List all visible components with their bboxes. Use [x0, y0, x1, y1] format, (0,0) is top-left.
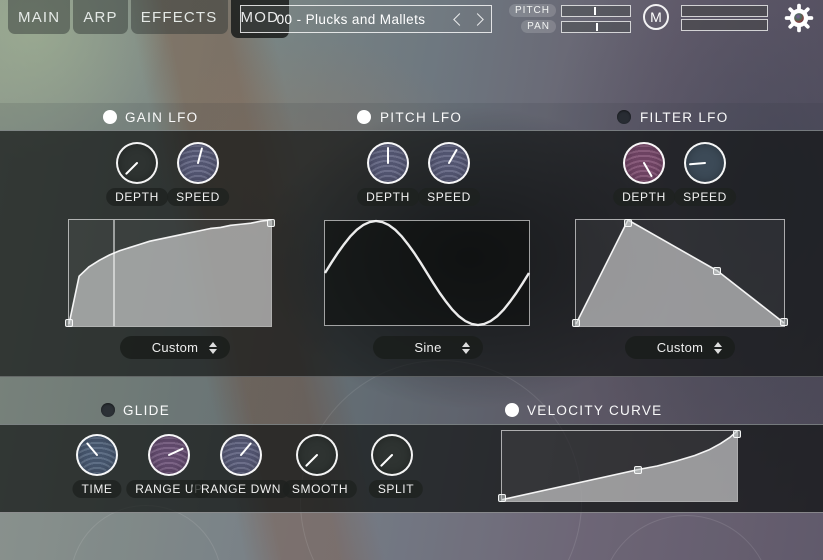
midi-mode-button[interactable]: M	[643, 4, 669, 30]
select-arrows-icon	[462, 342, 470, 354]
glide-title: GLIDE	[123, 403, 170, 418]
glide-range-up-knob[interactable]	[148, 434, 190, 476]
curve-handle[interactable]	[498, 494, 506, 502]
curve-handle[interactable]	[624, 219, 632, 227]
pitch-waveform-value: Sine	[414, 340, 441, 355]
glide-time-label: TIME	[72, 480, 121, 498]
pitch-slider[interactable]	[561, 5, 631, 17]
pitch-speed-knob[interactable]	[428, 142, 470, 184]
glide-smooth-knob[interactable]	[296, 434, 338, 476]
curve-plot	[325, 221, 529, 325]
gain-depth-knob[interactable]	[116, 142, 158, 184]
filter-waveform-value: Custom	[657, 340, 704, 355]
preset-prev-icon[interactable]	[453, 13, 466, 26]
glide-time-knob[interactable]	[76, 434, 118, 476]
select-arrows-icon	[714, 342, 722, 354]
pitch-speed-label: SPEED	[418, 188, 480, 206]
gain-lfo-toggle[interactable]	[103, 110, 117, 124]
pitch-depth-label: DEPTH	[357, 188, 419, 206]
gain-lfo-title: GAIN LFO	[125, 110, 198, 125]
preset-selector[interactable]: 00 - Plucks and Mallets	[240, 5, 492, 33]
gain-lfo-curve-display[interactable]	[68, 219, 272, 327]
bottom-band	[0, 512, 823, 560]
curve-plot	[69, 220, 271, 326]
curve-plot	[576, 220, 784, 326]
tab-main[interactable]: MAIN	[8, 0, 70, 34]
curve-handle[interactable]	[267, 219, 275, 227]
output-meter-top	[681, 5, 768, 17]
curve-handle[interactable]	[733, 430, 741, 438]
gain-depth-label: DEPTH	[106, 188, 168, 206]
gain-waveform-value: Custom	[152, 340, 199, 355]
gain-speed-label: SPEED	[167, 188, 229, 206]
pan-slider[interactable]	[561, 21, 631, 33]
pitch-lfo-title: PITCH LFO	[380, 110, 462, 125]
lfo-playhead	[113, 220, 115, 326]
velocity-curve-title: VELOCITY CURVE	[527, 403, 663, 418]
settings-gear-icon[interactable]	[784, 3, 814, 33]
curve-handle[interactable]	[634, 466, 642, 474]
glide-smooth-label: SMOOTH	[283, 480, 357, 498]
filter-lfo-title: FILTER LFO	[640, 110, 729, 125]
filter-waveform-select[interactable]: Custom	[625, 336, 735, 359]
pitch-lfo-curve-display[interactable]	[324, 220, 530, 326]
select-arrows-icon	[209, 342, 217, 354]
pan-slider-thumb[interactable]	[596, 23, 598, 31]
knob-pointer	[684, 142, 725, 183]
filter-lfo-curve-display[interactable]	[575, 219, 785, 327]
pitch-waveform-select[interactable]: Sine	[373, 336, 483, 359]
glide-range-dwn-label: RANGE DWN	[192, 480, 290, 498]
gain-waveform-select[interactable]: Custom	[120, 336, 230, 359]
tab-arp[interactable]: ARP	[73, 0, 127, 34]
curve-handle[interactable]	[780, 318, 788, 326]
pan-label: PAN	[521, 20, 556, 33]
curve-handle[interactable]	[572, 319, 580, 327]
tab-effects[interactable]: EFFECTS	[131, 0, 228, 34]
curve-plot	[502, 431, 737, 501]
curve-handle[interactable]	[65, 319, 73, 327]
glide-range-dwn-knob[interactable]	[220, 434, 262, 476]
filter-depth-knob[interactable]	[623, 142, 665, 184]
pitch-depth-knob[interactable]	[367, 142, 409, 184]
filter-speed-knob[interactable]	[684, 142, 726, 184]
filter-speed-label: SPEED	[674, 188, 736, 206]
knob-pointer	[369, 144, 407, 182]
curve-handle[interactable]	[713, 267, 721, 275]
gain-speed-knob[interactable]	[177, 142, 219, 184]
filter-depth-label: DEPTH	[613, 188, 675, 206]
preset-next-icon[interactable]	[471, 13, 484, 26]
glide-split-label: SPLIT	[369, 480, 423, 498]
output-meter-bottom	[681, 19, 768, 31]
preset-nav	[455, 6, 482, 32]
glide-toggle[interactable]	[101, 403, 115, 417]
velocity-curve-toggle[interactable]	[505, 403, 519, 417]
glide-split-knob[interactable]	[371, 434, 413, 476]
mod-plugin-window: MAIN ARP EFFECTS MOD 00 - Plucks and Mal…	[0, 0, 823, 560]
filter-lfo-toggle[interactable]	[617, 110, 631, 124]
pitch-label: PITCH	[509, 4, 556, 17]
pitch-slider-thumb[interactable]	[594, 7, 596, 15]
velocity-curve-display[interactable]	[501, 430, 738, 502]
pitch-lfo-toggle[interactable]	[357, 110, 371, 124]
